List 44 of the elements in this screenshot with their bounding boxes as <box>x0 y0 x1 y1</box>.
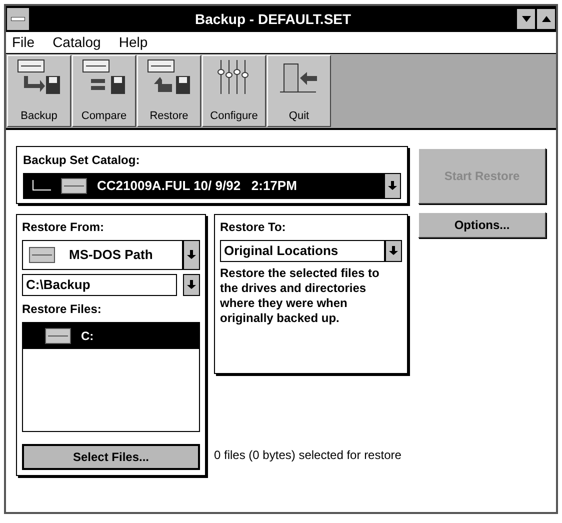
restore-to-label: Restore To: <box>220 219 287 236</box>
menu-item[interactable]: Help <box>118 32 148 53</box>
destination-dropdown[interactable]: Original Locations <box>220 240 385 262</box>
restore-tool-icon <box>146 58 192 96</box>
down-triangle-icon <box>522 16 530 22</box>
catalog-label: Backup Set Catalog: <box>23 152 141 169</box>
up-triangle-icon <box>542 16 550 22</box>
restore-from-label: Restore From: <box>22 219 106 236</box>
down-arrow-icon <box>388 181 397 191</box>
catalog-dropdown[interactable]: CC21009A.FUL 10/ 9/92 2:17PM <box>23 173 384 199</box>
drive-icon <box>29 247 55 263</box>
system-menu-button[interactable] <box>6 7 30 31</box>
backup-tool-icon <box>16 58 62 96</box>
window-title: Backup - DEFAULT.SET <box>194 10 352 29</box>
status-text: 0 files (0 bytes) selected for restore <box>214 447 402 464</box>
dropdown-button[interactable] <box>183 240 200 270</box>
catalog-value: CC21009A.FUL 10/ 9/92 2:17PM <box>97 177 297 196</box>
toolbar-button[interactable]: Backup <box>7 55 71 127</box>
restore-description: Restore the selected files to the drives and directories where they were when originally backed up. <box>220 266 380 326</box>
down-arrow-icon <box>187 280 196 290</box>
dropdown-button[interactable] <box>183 274 200 296</box>
action-button[interactable]: Options... <box>418 212 546 238</box>
toolbar-button[interactable]: Quit <box>267 55 331 127</box>
menu-item[interactable]: Catalog <box>52 32 101 53</box>
source-dropdown[interactable]: MS-DOS Path <box>22 240 183 270</box>
file-list-item[interactable]: C: <box>23 323 199 349</box>
toolbar-button[interactable]: Configure <box>202 55 266 127</box>
menu-item[interactable]: File <box>12 32 35 53</box>
maximize-button[interactable] <box>536 8 556 30</box>
compare-tool-icon <box>81 58 127 96</box>
dropdown-button[interactable] <box>385 240 402 262</box>
catalog-file-icon <box>61 178 87 194</box>
down-arrow-icon <box>389 246 398 256</box>
restore-files-label: Restore Files: <box>22 301 102 318</box>
minus-icon <box>11 17 25 21</box>
select-files-button[interactable]: Select Files... <box>22 444 200 470</box>
path-field[interactable]: C:\Backup <box>22 274 177 296</box>
toolbar-button[interactable]: Compare <box>72 55 136 127</box>
toolbar-button[interactable]: Restore <box>137 55 201 127</box>
minimize-button[interactable] <box>516 8 536 30</box>
down-arrow-icon <box>187 250 196 260</box>
dropdown-button[interactable] <box>384 173 401 199</box>
tree-line-icon <box>31 180 51 192</box>
drive-icon <box>45 328 71 344</box>
